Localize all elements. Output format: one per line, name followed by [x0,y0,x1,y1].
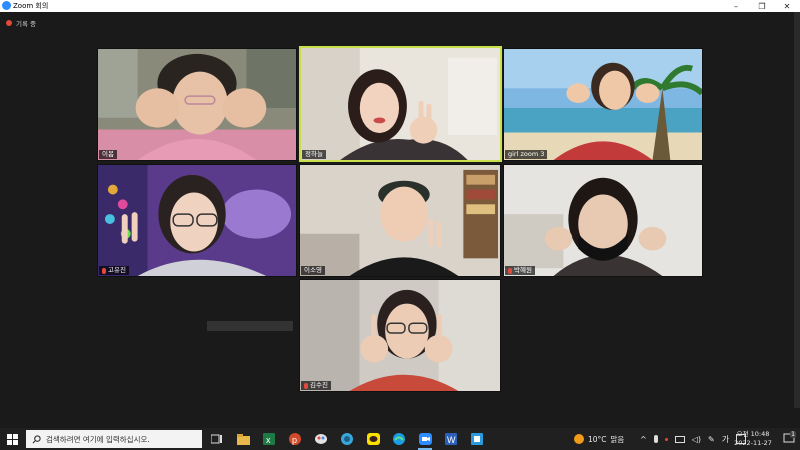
mic-muted-icon [304,382,308,389]
minimize-button[interactable]: – [723,0,749,12]
kakaotalk-icon[interactable] [362,428,384,450]
scrollbar[interactable] [794,12,800,408]
recording-indicator[interactable]: 기록 중 [6,18,36,28]
microphone-icon[interactable] [653,435,658,443]
video-tile-3[interactable]: girl zoom 3 [503,48,703,161]
paint-icon[interactable] [310,428,332,450]
svg-text:x: x [266,435,271,445]
chevron-up-icon[interactable]: ^ [640,435,647,444]
participant-name: 고유진 [99,266,129,275]
video-tile-5[interactable]: 이소영 [299,164,501,277]
maximize-button[interactable]: ❐ [749,0,775,12]
ghost-overlay [207,321,293,331]
weather-widget[interactable]: 10°C 맑음 [574,428,624,450]
participant-name: 정하늘 [302,150,326,159]
video-feed [98,165,296,276]
recording-label: 기록 중 [16,20,37,28]
video-feed [504,165,702,276]
windows-icon [6,433,18,445]
word-icon[interactable]: W [440,428,462,450]
zoom-logo-icon [2,1,11,10]
notification-icon[interactable]: 1 [778,428,800,450]
close-button[interactable]: ✕ [774,0,800,12]
powerpoint-icon[interactable]: p [284,428,306,450]
mic-muted-icon [102,267,106,274]
language-indicator[interactable]: 가 [722,434,729,445]
volume-icon[interactable]: ◁) [692,435,701,444]
video-feed [300,280,500,391]
video-tile-4[interactable]: 고유진 [97,164,297,277]
participant-name: 박혜원 [505,266,535,275]
participant-name: 이소영 [301,266,325,275]
mic-muted-icon [508,267,512,274]
title-bar: Zoom 회의 – ❐ ✕ [0,0,800,12]
clock[interactable]: 오전 10:48 2022-11-27 [730,430,776,448]
sun-icon [574,434,584,444]
notification-count: 1 [790,431,796,438]
video-tile-1[interactable]: 이봄 [97,48,297,161]
svg-text:p: p [292,435,297,445]
window-title: Zoom 회의 [13,2,49,10]
start-button[interactable] [0,428,24,450]
video-feed [300,165,500,276]
svg-text:W: W [447,435,456,445]
file-explorer-icon[interactable] [232,428,254,450]
participant-name: 김수진 [301,381,331,390]
video-feed [301,48,500,160]
zoom-app-icon[interactable] [414,428,436,450]
participant-name: 이봄 [99,150,117,159]
excel-icon[interactable]: x [258,428,280,450]
task-view-icon[interactable] [206,428,228,450]
clock-date: 2022-11-27 [734,439,772,447]
search-placeholder: 검색하려면 여기에 입력하십시오. [46,434,150,444]
edge-app-icon[interactable] [336,428,358,450]
video-tile-2-active[interactable]: 정하늘 [299,46,502,162]
clock-time: 오전 10:48 [736,430,770,438]
record-dot-icon [6,20,12,26]
weather-temp: 10°C [588,434,607,444]
network-icon[interactable] [674,435,685,443]
taskbar: 검색하려면 여기에 입력하십시오. x p W 10°C 맑음 ^ ◁) ✎ 가… [0,428,800,450]
participant-name: girl zoom 3 [505,150,548,159]
recording-dot-icon [664,437,668,441]
pen-icon[interactable]: ✎ [708,435,715,444]
calendar-app-icon[interactable] [466,428,488,450]
edge-icon[interactable] [388,428,410,450]
video-tile-7[interactable]: 김수진 [299,279,501,392]
weather-condition: 맑음 [610,434,625,444]
video-tile-6[interactable]: 박혜원 [503,164,703,277]
search-icon [32,434,41,443]
video-feed [504,49,702,160]
video-feed [98,49,296,160]
taskbar-search[interactable]: 검색하려면 여기에 입력하십시오. [26,430,202,448]
